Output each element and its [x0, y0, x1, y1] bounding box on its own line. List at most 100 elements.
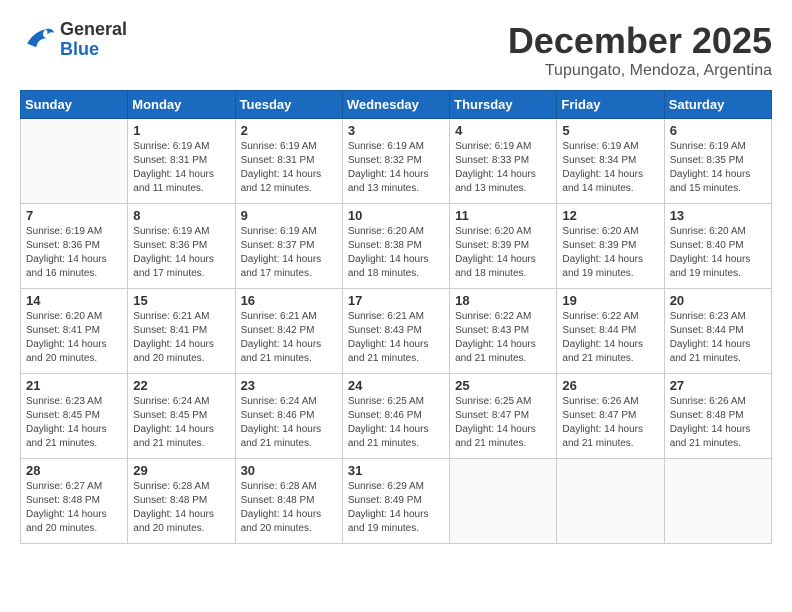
calendar-cell: 19 Sunrise: 6:22 AM Sunset: 8:44 PM Dayli…: [557, 289, 664, 374]
day-number: 27: [670, 378, 766, 393]
calendar-cell: [664, 459, 771, 544]
day-info: Sunrise: 6:23 AM Sunset: 8:45 PM Dayligh…: [26, 395, 122, 451]
logo-text: General Blue: [60, 20, 127, 60]
day-info: Sunrise: 6:21 AM Sunset: 8:41 PM Dayligh…: [133, 310, 229, 366]
day-number: 26: [562, 378, 658, 393]
day-number: 24: [348, 378, 444, 393]
day-info: Sunrise: 6:19 AM Sunset: 8:36 PM Dayligh…: [133, 225, 229, 281]
day-info: Sunrise: 6:25 AM Sunset: 8:46 PM Dayligh…: [348, 395, 444, 451]
calendar-cell: 21 Sunrise: 6:23 AM Sunset: 8:45 PM Dayli…: [21, 374, 128, 459]
calendar-week-3: 21 Sunrise: 6:23 AM Sunset: 8:45 PM Dayli…: [21, 374, 772, 459]
calendar-cell: 14 Sunrise: 6:20 AM Sunset: 8:41 PM Dayli…: [21, 289, 128, 374]
calendar-cell: 23Sunrise: 6:24 AM Sunset: 8:46 PM Dayli…: [235, 374, 342, 459]
calendar-cell: 4 Sunrise: 6:19 AM Sunset: 8:33 PM Daylig…: [450, 119, 557, 204]
day-number: 7: [26, 208, 122, 223]
calendar-cell: 17 Sunrise: 6:21 AM Sunset: 8:43 PM Dayli…: [342, 289, 449, 374]
day-info: Sunrise: 6:22 AM Sunset: 8:44 PM Dayligh…: [562, 310, 658, 366]
day-info: Sunrise: 6:20 AM Sunset: 8:40 PM Dayligh…: [670, 225, 766, 281]
day-number: 29: [133, 463, 229, 478]
day-info: Sunrise: 6:19 AM Sunset: 8:35 PM Dayligh…: [670, 140, 766, 196]
day-info: Sunrise: 6:19 AM Sunset: 8:31 PM Dayligh…: [241, 140, 337, 196]
day-number: 5: [562, 123, 658, 138]
calendar-table: SundayMondayTuesdayWednesdayThursdayFrid…: [20, 90, 772, 544]
calendar-cell: 7 Sunrise: 6:19 AM Sunset: 8:36 PM Daylig…: [21, 204, 128, 289]
location: Tupungato, Mendoza, Argentina: [508, 62, 772, 80]
day-of-week-friday: Friday: [557, 91, 664, 119]
day-number: 1: [133, 123, 229, 138]
calendar-cell: 30 Sunrise: 6:28 AM Sunset: 8:48 PM Dayli…: [235, 459, 342, 544]
day-number: 22: [133, 378, 229, 393]
day-number: 4: [455, 123, 551, 138]
day-number: 30: [241, 463, 337, 478]
calendar-cell: 5 Sunrise: 6:19 AM Sunset: 8:34 PM Daylig…: [557, 119, 664, 204]
calendar-cell: 2 Sunrise: 6:19 AM Sunset: 8:31 PM Daylig…: [235, 119, 342, 204]
day-number: 17: [348, 293, 444, 308]
day-number: 12: [562, 208, 658, 223]
calendar-cell: 3 Sunrise: 6:19 AM Sunset: 8:32 PM Daylig…: [342, 119, 449, 204]
day-number: 15: [133, 293, 229, 308]
day-number: 11: [455, 208, 551, 223]
day-info: Sunrise: 6:19 AM Sunset: 8:32 PM Dayligh…: [348, 140, 444, 196]
day-number: 18: [455, 293, 551, 308]
calendar-week-1: 7 Sunrise: 6:19 AM Sunset: 8:36 PM Daylig…: [21, 204, 772, 289]
logo: General Blue: [20, 20, 127, 60]
day-info: Sunrise: 6:19 AM Sunset: 8:33 PM Dayligh…: [455, 140, 551, 196]
day-number: 14: [26, 293, 122, 308]
days-of-week-row: SundayMondayTuesdayWednesdayThursdayFrid…: [21, 91, 772, 119]
day-info: Sunrise: 6:20 AM Sunset: 8:39 PM Dayligh…: [455, 225, 551, 281]
day-info: Sunrise: 6:27 AM Sunset: 8:48 PM Dayligh…: [26, 480, 122, 536]
day-number: 3: [348, 123, 444, 138]
day-number: 20: [670, 293, 766, 308]
title-block: December 2025 Tupungato, Mendoza, Argent…: [508, 20, 772, 80]
day-of-week-saturday: Saturday: [664, 91, 771, 119]
calendar-cell: 20 Sunrise: 6:23 AM Sunset: 8:44 PM Dayli…: [664, 289, 771, 374]
month-title: December 2025: [508, 20, 772, 62]
calendar-cell: 25 Sunrise: 6:25 AM Sunset: 8:47 PM Dayli…: [450, 374, 557, 459]
logo-general: General: [60, 20, 127, 40]
calendar-cell: 15 Sunrise: 6:21 AM Sunset: 8:41 PM Dayli…: [128, 289, 235, 374]
day-number: 2: [241, 123, 337, 138]
day-number: 19: [562, 293, 658, 308]
calendar-cell: 24 Sunrise: 6:25 AM Sunset: 8:46 PM Dayli…: [342, 374, 449, 459]
day-info: Sunrise: 6:28 AM Sunset: 8:48 PM Dayligh…: [133, 480, 229, 536]
day-info: Sunrise: 6:24 AM Sunset: 8:45 PM Dayligh…: [133, 395, 229, 451]
day-of-week-monday: Monday: [128, 91, 235, 119]
calendar-cell: 13 Sunrise: 6:20 AM Sunset: 8:40 PM Dayli…: [664, 204, 771, 289]
calendar-cell: 18 Sunrise: 6:22 AM Sunset: 8:43 PM Dayli…: [450, 289, 557, 374]
calendar-cell: 8 Sunrise: 6:19 AM Sunset: 8:36 PM Daylig…: [128, 204, 235, 289]
day-info: Sunrise: 6:29 AM Sunset: 8:49 PM Dayligh…: [348, 480, 444, 536]
calendar-body: 1 Sunrise: 6:19 AM Sunset: 8:31 PM Daylig…: [21, 119, 772, 544]
day-info: Sunrise: 6:22 AM Sunset: 8:43 PM Dayligh…: [455, 310, 551, 366]
day-number: 28: [26, 463, 122, 478]
calendar-cell: [557, 459, 664, 544]
day-number: 31: [348, 463, 444, 478]
day-info: Sunrise: 6:21 AM Sunset: 8:43 PM Dayligh…: [348, 310, 444, 366]
day-info: Sunrise: 6:19 AM Sunset: 8:34 PM Dayligh…: [562, 140, 658, 196]
day-number: 8: [133, 208, 229, 223]
calendar-cell: 10Sunrise: 6:20 AM Sunset: 8:38 PM Dayli…: [342, 204, 449, 289]
day-info: Sunrise: 6:25 AM Sunset: 8:47 PM Dayligh…: [455, 395, 551, 451]
logo-blue: Blue: [60, 40, 127, 60]
day-info: Sunrise: 6:19 AM Sunset: 8:31 PM Dayligh…: [133, 140, 229, 196]
day-number: 16: [241, 293, 337, 308]
calendar-cell: [21, 119, 128, 204]
day-number: 21: [26, 378, 122, 393]
calendar-cell: 1 Sunrise: 6:19 AM Sunset: 8:31 PM Daylig…: [128, 119, 235, 204]
calendar-cell: 16 Sunrise: 6:21 AM Sunset: 8:42 PM Dayli…: [235, 289, 342, 374]
logo-icon: [20, 25, 56, 55]
day-number: 25: [455, 378, 551, 393]
day-number: 9: [241, 208, 337, 223]
calendar-cell: 6Sunrise: 6:19 AM Sunset: 8:35 PM Daylig…: [664, 119, 771, 204]
day-info: Sunrise: 6:19 AM Sunset: 8:36 PM Dayligh…: [26, 225, 122, 281]
day-info: Sunrise: 6:20 AM Sunset: 8:39 PM Dayligh…: [562, 225, 658, 281]
day-info: Sunrise: 6:23 AM Sunset: 8:44 PM Dayligh…: [670, 310, 766, 366]
day-info: Sunrise: 6:21 AM Sunset: 8:42 PM Dayligh…: [241, 310, 337, 366]
day-info: Sunrise: 6:20 AM Sunset: 8:41 PM Dayligh…: [26, 310, 122, 366]
day-info: Sunrise: 6:28 AM Sunset: 8:48 PM Dayligh…: [241, 480, 337, 536]
day-of-week-sunday: Sunday: [21, 91, 128, 119]
day-of-week-thursday: Thursday: [450, 91, 557, 119]
calendar-cell: 28 Sunrise: 6:27 AM Sunset: 8:48 PM Dayli…: [21, 459, 128, 544]
calendar-week-0: 1 Sunrise: 6:19 AM Sunset: 8:31 PM Daylig…: [21, 119, 772, 204]
calendar-cell: 22 Sunrise: 6:24 AM Sunset: 8:45 PM Dayli…: [128, 374, 235, 459]
day-number: 13: [670, 208, 766, 223]
